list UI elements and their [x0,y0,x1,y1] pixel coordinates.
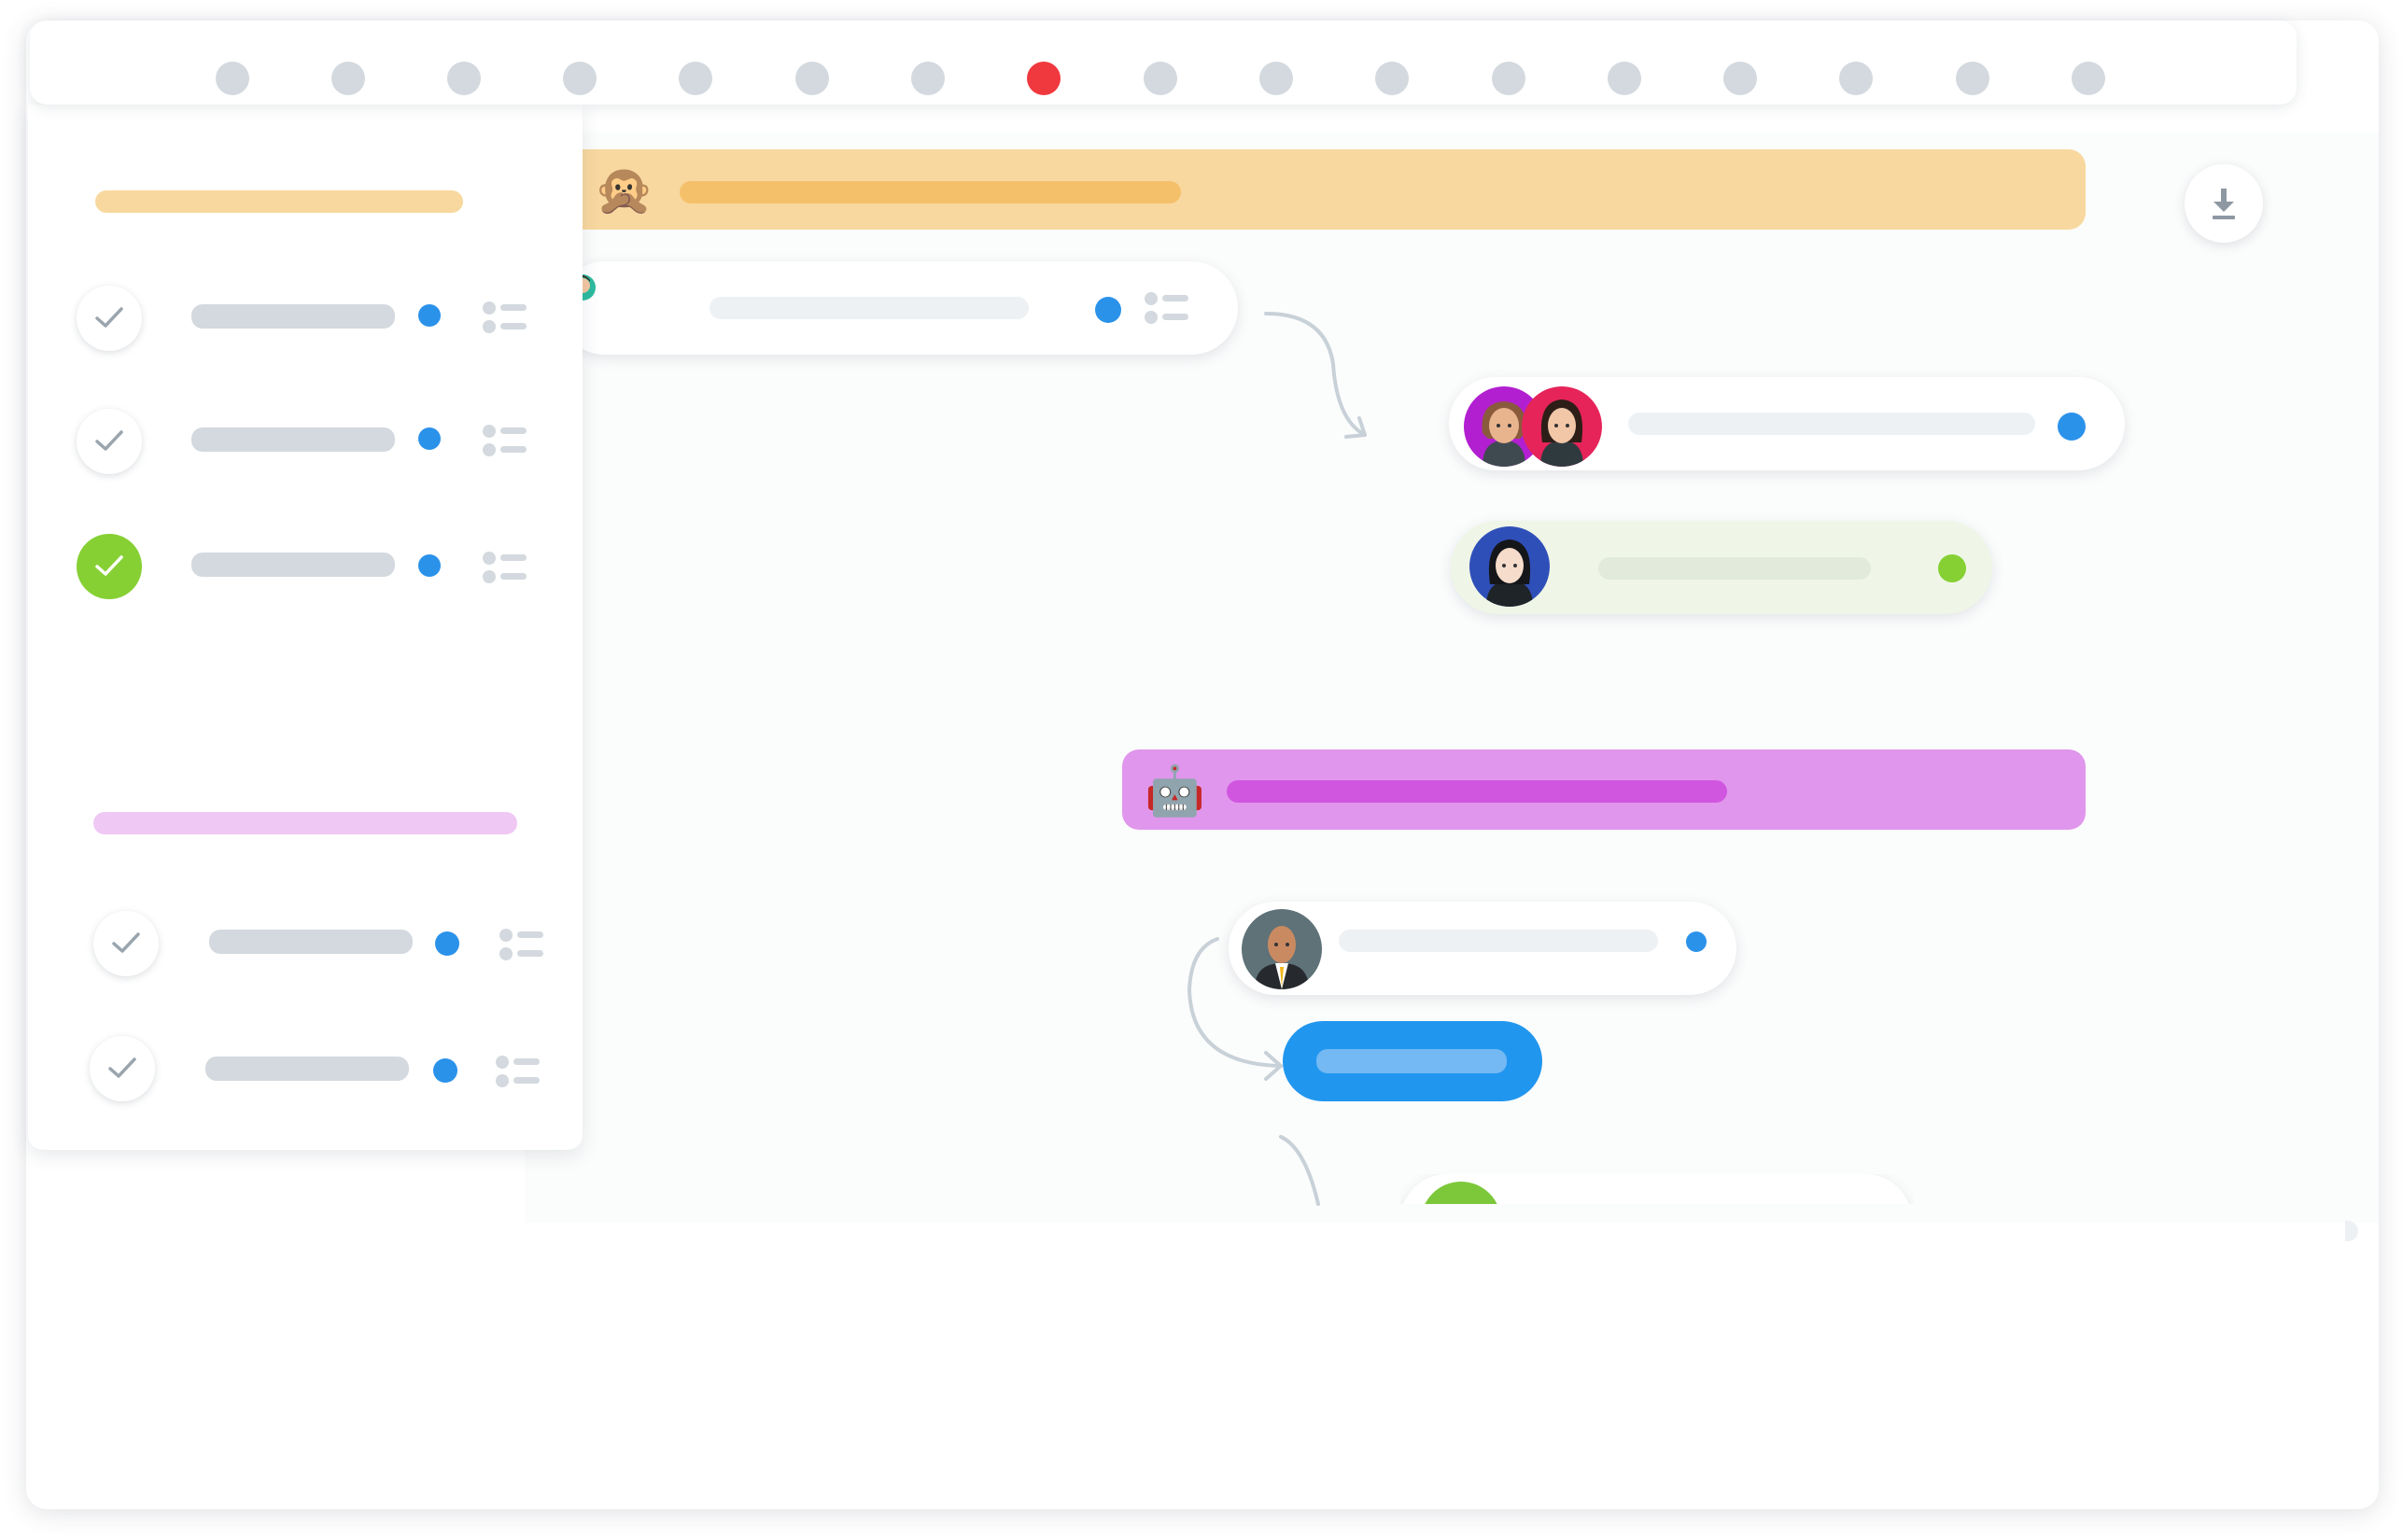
robot-icon: 🤖 [1145,764,1205,819]
action-button-label-placeholder [1316,1049,1507,1073]
task-card-partial[interactable] [1400,1174,1914,1204]
checklist-item-placeholder [205,1057,409,1081]
timeline-step-active[interactable] [1027,62,1061,95]
list-icon[interactable] [495,1055,545,1090]
list-icon[interactable] [482,551,532,586]
connector-arrow [1279,1135,1320,1206]
status-indicator [1095,297,1121,323]
timeline-step-11[interactable] [1375,62,1409,95]
status-indicator [1938,554,1966,582]
connector-arrow [1264,312,1367,439]
timeline-step-13[interactable] [1608,62,1641,95]
timeline-step-2[interactable] [331,62,365,95]
download-icon [2213,189,2235,219]
task-title-placeholder [1339,930,1658,952]
avatar [1522,386,1602,467]
status-indicator [418,554,441,577]
timeline-step-12[interactable] [1492,62,1525,95]
speak-no-evil-monkey-icon: 🙊 [594,163,654,217]
checklist-checkbox[interactable] [93,911,159,976]
timeline-step-6[interactable] [795,62,829,95]
avatar [1469,526,1550,607]
checklist-checkbox[interactable] [77,286,142,351]
status-indicator [433,1058,457,1083]
timeline-step-14[interactable] [1723,62,1757,95]
checklist-checkbox[interactable] [77,409,142,474]
timeline-step-15[interactable] [1839,62,1873,95]
check-icon [112,932,140,953]
list-icon[interactable] [482,424,532,459]
timeline-step-16[interactable] [1956,62,1989,95]
phase-title-placeholder [1227,780,1727,803]
check-icon [95,430,123,451]
timeline-step-5[interactable] [679,62,712,95]
avatar [1421,1182,1501,1204]
checklist-item-placeholder [209,930,413,954]
list-icon[interactable] [482,301,532,336]
list-icon[interactable] [499,928,549,963]
timeline-step-3[interactable] [447,62,481,95]
checklist-item-placeholder [191,553,395,577]
checklist-item-placeholder [191,304,395,329]
list-icon[interactable] [1144,291,1194,327]
check-icon [95,555,123,576]
timeline-step-9[interactable] [1144,62,1177,95]
timeline-step-1[interactable] [216,62,249,95]
status-indicator [2058,413,2086,441]
status-indicator [418,304,441,327]
timeline-step-4[interactable] [563,62,597,95]
status-indicator [418,427,441,450]
phase-title-placeholder [680,181,1181,203]
connector-arrow [1187,937,1283,1081]
task-title-placeholder [1628,413,2035,435]
group-header-placeholder [95,190,463,213]
timeline-step-17[interactable] [2072,62,2105,95]
checklist-item-placeholder [191,427,395,452]
status-indicator [1686,931,1707,952]
check-icon [108,1057,136,1078]
task-title-placeholder [710,297,1029,319]
status-indicator [435,931,459,956]
checklist-checkbox[interactable] [90,1036,155,1101]
checklist-checkbox-checked[interactable] [77,534,142,599]
check-icon [95,307,123,328]
timeline-step-7[interactable] [911,62,945,95]
download-button[interactable] [2185,164,2263,243]
timeline-step-10[interactable] [1259,62,1293,95]
group-header-placeholder [93,812,517,834]
task-title-placeholder [1598,557,1871,580]
sidebar-checklist [28,105,583,1150]
